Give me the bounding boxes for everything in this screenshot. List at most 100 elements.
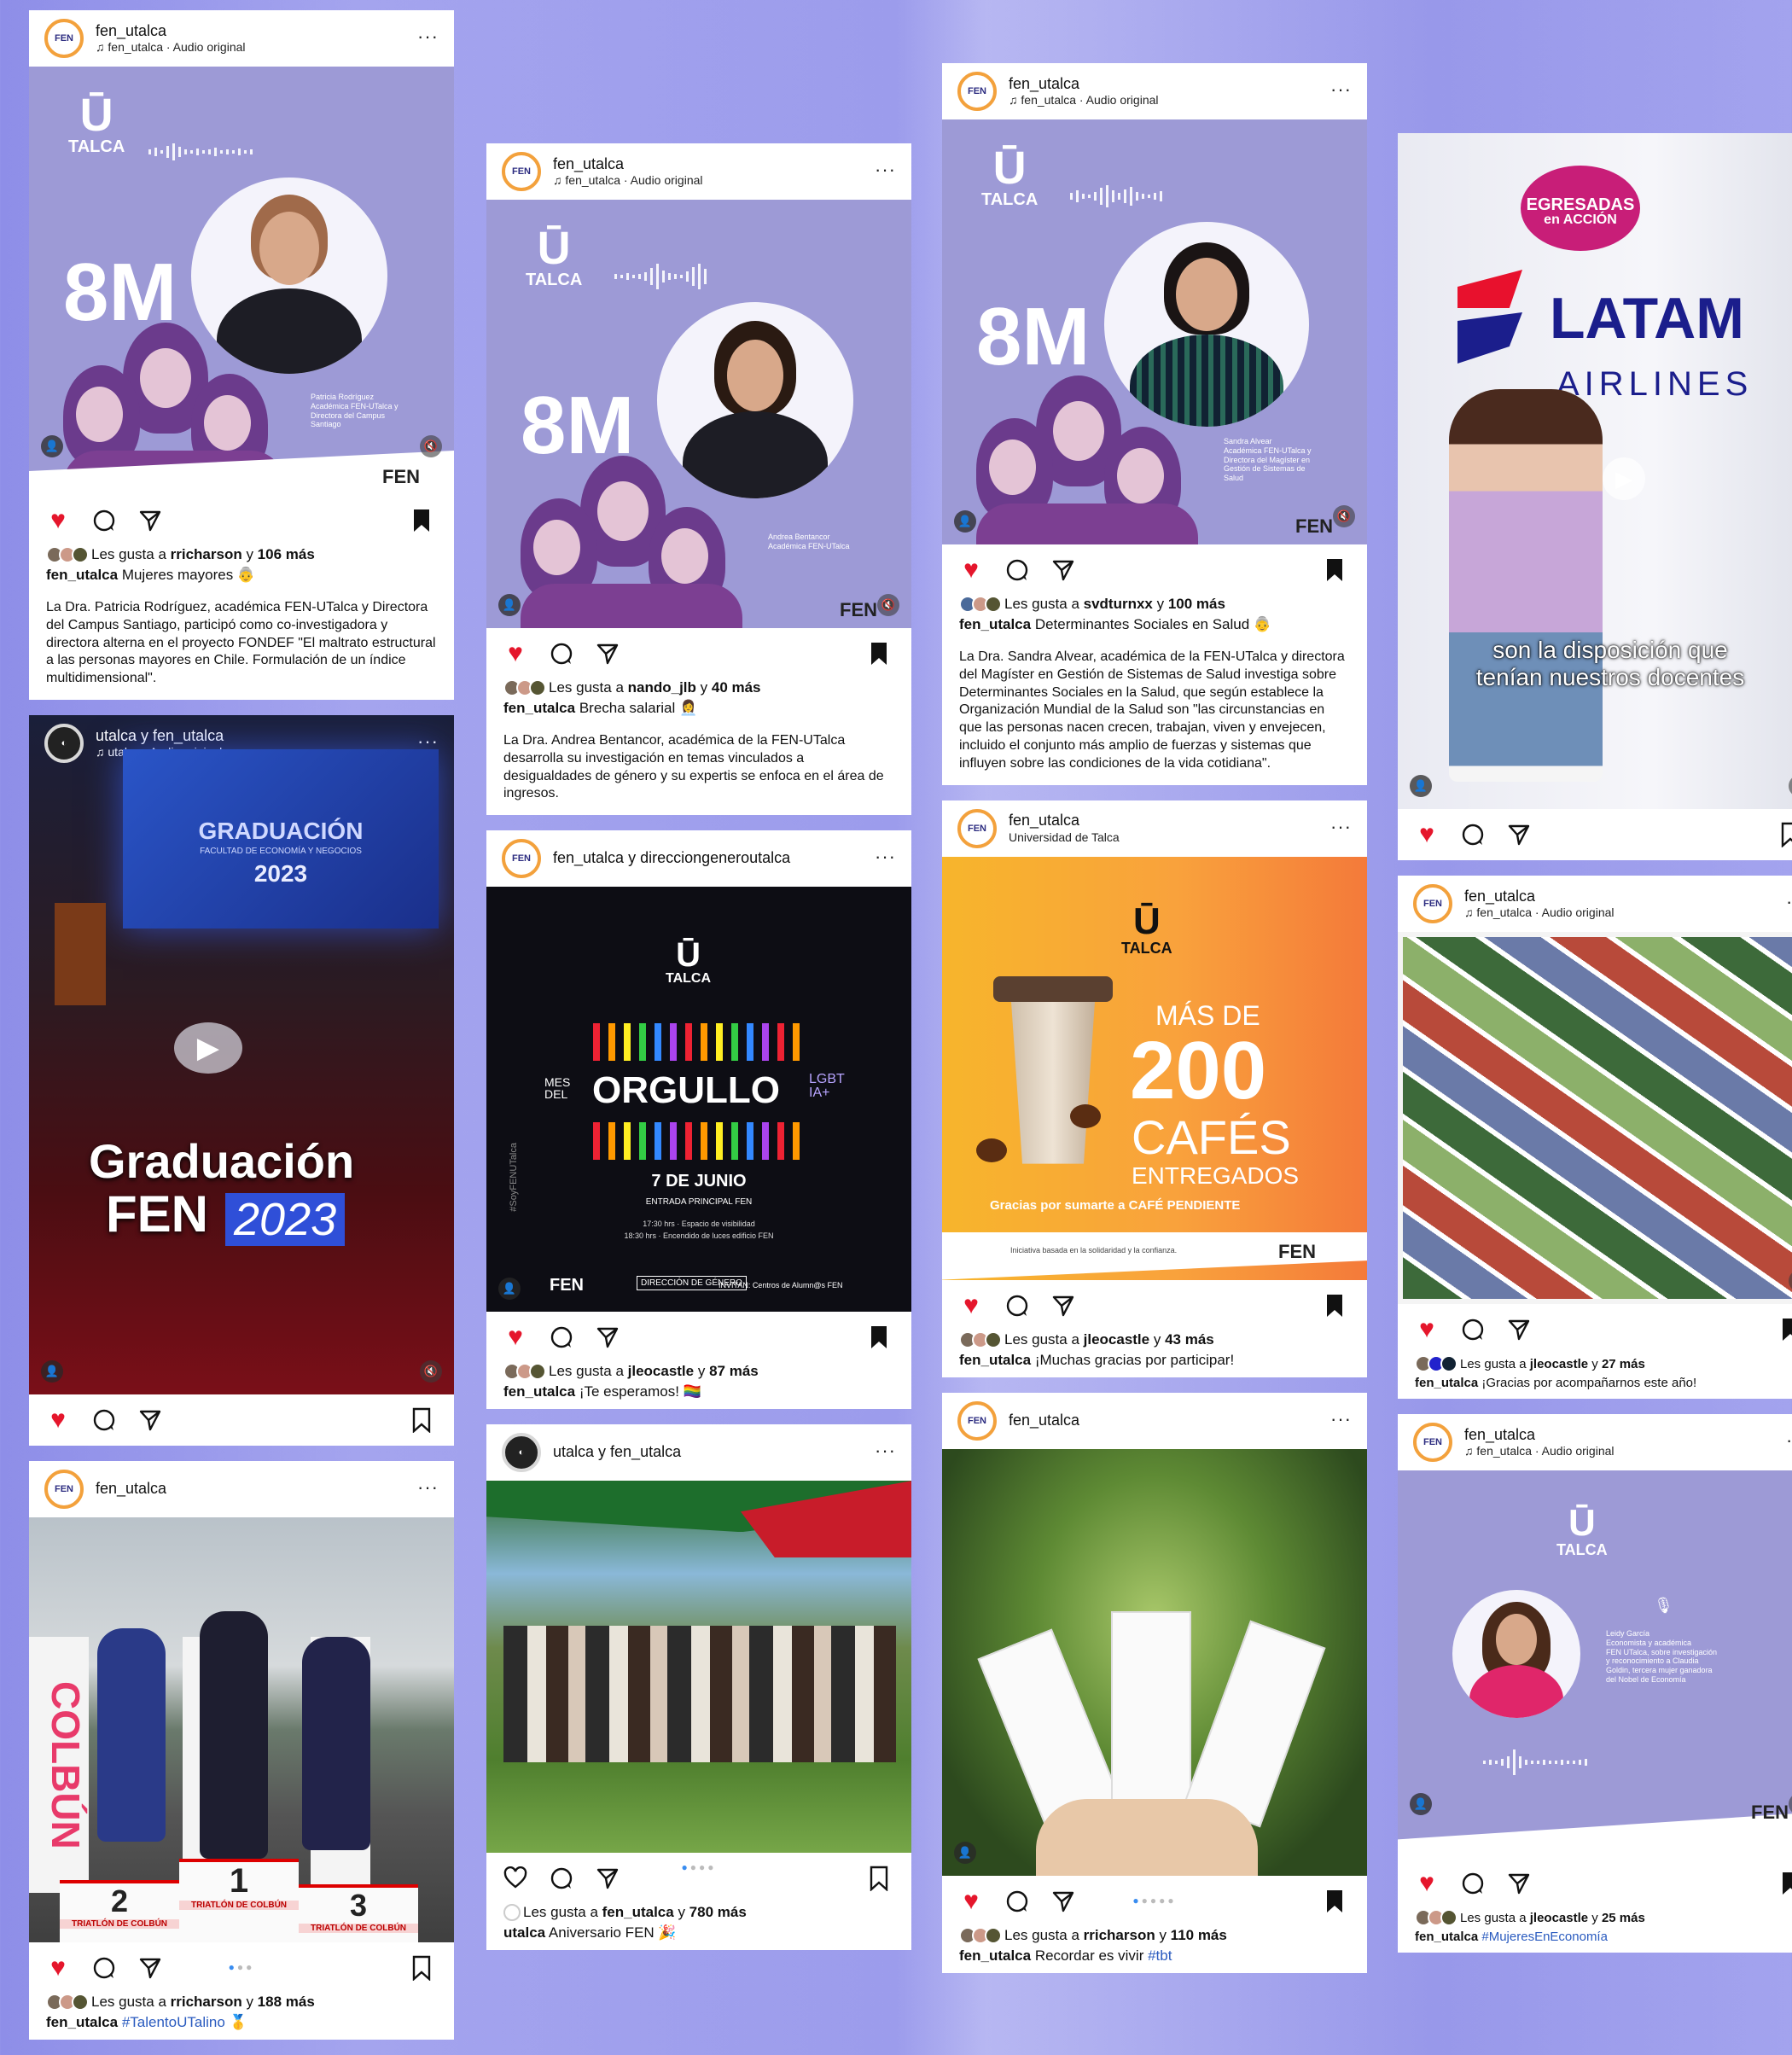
share-icon[interactable] xyxy=(137,1954,164,1982)
more-icon[interactable]: ··· xyxy=(1330,816,1352,838)
comment-icon[interactable] xyxy=(90,1406,118,1434)
heart-icon[interactable]: ♥ xyxy=(957,1887,985,1915)
more-icon[interactable]: ··· xyxy=(1786,1429,1792,1452)
more-icon[interactable]: ··· xyxy=(1786,891,1792,913)
user-tag-icon[interactable]: 👤 xyxy=(498,594,521,616)
more-icon[interactable]: ··· xyxy=(875,159,896,181)
likes-count[interactable]: 40 más xyxy=(712,679,761,696)
likes-count[interactable]: 780 más xyxy=(689,1904,747,1920)
comment-icon[interactable] xyxy=(90,1954,118,1982)
likes-count[interactable]: 43 más xyxy=(1165,1331,1214,1348)
user-tag-icon[interactable]: 👤 xyxy=(498,1278,521,1301)
share-icon[interactable] xyxy=(1050,1888,1077,1915)
bookmark-icon[interactable] xyxy=(865,640,893,667)
location-label[interactable]: Universidad de Talca xyxy=(1009,830,1120,845)
likes-count[interactable]: 27 más xyxy=(1602,1357,1645,1371)
liker-username[interactable]: rricharson xyxy=(1084,1927,1155,1943)
comment-icon[interactable] xyxy=(548,640,575,667)
mute-icon[interactable]: 🔇 xyxy=(1333,505,1355,527)
likes-count[interactable]: 100 más xyxy=(1168,596,1225,612)
share-icon[interactable] xyxy=(594,1324,621,1351)
post-username[interactable]: fen_utalca xyxy=(1464,888,1615,906)
comment-icon[interactable] xyxy=(1459,1870,1487,1897)
likes-count[interactable]: 188 más xyxy=(258,1994,315,2010)
post-image[interactable]: Ū TALCA 8M Sandra Alvear Académica FEN-UT… xyxy=(942,119,1367,544)
likes-count[interactable]: 106 más xyxy=(258,546,315,562)
carousel-dots[interactable]: ●●●●● xyxy=(1132,1895,1176,1907)
bookmark-icon[interactable] xyxy=(1777,821,1792,848)
post-image[interactable]: Ū TALCA MES DEL ORGULLO LGBT IA+ 7 DE JUNI… xyxy=(486,887,911,1313)
heart-icon[interactable]: ♥ xyxy=(957,556,985,584)
caption-username[interactable]: utalca xyxy=(503,1924,545,1941)
fen-avatar[interactable]: FEN xyxy=(957,808,997,848)
caption-username[interactable]: fen_utalca xyxy=(503,700,575,716)
mute-icon[interactable]: 🔇 xyxy=(420,435,442,457)
share-icon[interactable] xyxy=(594,640,621,667)
likes-count[interactable]: 25 más xyxy=(1602,1911,1645,1925)
hashtag[interactable]: #MujeresEnEconomía xyxy=(1478,1930,1608,1944)
post-username[interactable]: utalca y fen_utalca xyxy=(96,727,224,746)
fen-avatar[interactable]: FEN xyxy=(957,72,997,111)
caption-username[interactable]: fen_utalca xyxy=(1415,1930,1478,1944)
mute-icon[interactable]: 🔇 xyxy=(877,594,899,616)
comment-icon[interactable] xyxy=(90,507,118,534)
comment-icon[interactable] xyxy=(548,1324,575,1351)
share-icon[interactable] xyxy=(1505,1870,1533,1897)
liker-username[interactable]: jleocastle xyxy=(1530,1357,1588,1371)
liker-username[interactable]: rricharson xyxy=(171,546,242,562)
post-image[interactable]: Ū TALCA 🎙 Leidy García Economista y acadé… xyxy=(1398,1470,1792,1858)
more-icon[interactable]: ··· xyxy=(875,846,896,868)
caption-username[interactable]: fen_utalca xyxy=(46,567,118,583)
bookmark-icon[interactable] xyxy=(865,1324,893,1351)
bookmark-icon[interactable] xyxy=(1321,556,1348,584)
user-tag-icon[interactable]: 👤 xyxy=(1410,775,1432,797)
bookmark-icon[interactable] xyxy=(408,1406,435,1434)
heart-icon[interactable]: ♥ xyxy=(44,1406,72,1434)
bookmark-icon[interactable] xyxy=(1321,1888,1348,1915)
likes-count[interactable]: 87 más xyxy=(709,1363,759,1379)
comment-icon[interactable] xyxy=(1459,821,1487,848)
bookmark-icon[interactable] xyxy=(865,1865,893,1892)
user-tag-icon[interactable]: 👤 xyxy=(41,1359,63,1383)
share-icon[interactable] xyxy=(1050,1292,1077,1319)
user-tag-icon[interactable]: 👤 xyxy=(954,510,976,533)
caption-username[interactable]: fen_utalca xyxy=(959,616,1031,632)
post-username[interactable]: fen_utalca xyxy=(1464,1426,1615,1445)
post-username[interactable]: fen_utalca y direcciongeneroutalca xyxy=(553,849,790,868)
more-icon[interactable]: ··· xyxy=(417,1476,439,1499)
post-image[interactable]: Ū TALCA 8M Andrea Bentancor Académica FEN… xyxy=(486,200,911,628)
user-tag-icon[interactable]: 👤 xyxy=(1410,1793,1432,1815)
audio-label[interactable]: ♫ fen_utalca · Audio original xyxy=(1464,1444,1615,1458)
share-icon[interactable] xyxy=(137,1406,164,1434)
comment-icon[interactable] xyxy=(548,1865,575,1892)
utalca-avatar[interactable]: ◐ xyxy=(44,723,84,763)
mute-icon[interactable]: 🔇 xyxy=(1789,1793,1792,1815)
caption-username[interactable]: fen_utalca xyxy=(46,2014,118,2030)
fen-avatar[interactable]: FEN xyxy=(44,1469,84,1509)
audio-label[interactable]: ♫ fen_utalca · Audio original xyxy=(1009,93,1159,108)
bookmark-icon[interactable] xyxy=(408,507,435,534)
bookmark-icon[interactable] xyxy=(1777,1316,1792,1343)
audio-label[interactable]: ♫ fen_utalca · Audio original xyxy=(96,40,246,55)
heart-icon[interactable]: ♥ xyxy=(502,1323,529,1351)
post-image[interactable] xyxy=(486,1481,911,1854)
post-username[interactable]: fen_utalca xyxy=(96,1480,166,1499)
post-video[interactable]: EGRESADAS en ACCIÓN LATAM AIRLINES ▶ son… xyxy=(1398,133,1792,809)
fen-avatar[interactable]: FEN xyxy=(502,839,541,879)
comment-icon[interactable] xyxy=(1004,1888,1031,1915)
heart-icon[interactable]: ♥ xyxy=(1413,820,1440,848)
post-image[interactable]: COLBÚN COLBÚN 2TRIATLÓN DE COLBÚN 1TRIAT… xyxy=(29,1517,454,1942)
heart-icon[interactable]: ♥ xyxy=(1413,1315,1440,1343)
liker-username[interactable]: jleocastle xyxy=(1084,1331,1150,1348)
liker-username[interactable]: nando_jlb xyxy=(628,679,696,696)
share-icon[interactable] xyxy=(1050,556,1077,584)
post-username[interactable]: fen_utalca xyxy=(1009,812,1120,830)
heart-icon[interactable]: ♥ xyxy=(957,1291,985,1319)
post-video[interactable]: ◐ utalca y fen_utalca ♫ utalca · Audio o… xyxy=(29,714,454,1394)
share-icon[interactable] xyxy=(1505,821,1533,848)
heart-icon[interactable]: ♥ xyxy=(44,506,72,534)
hashtag[interactable]: #TalentoUTalino xyxy=(122,2014,225,2030)
comment-icon[interactable] xyxy=(1459,1316,1487,1343)
utalca-avatar[interactable]: ◐ xyxy=(502,1433,541,1473)
hashtag[interactable]: #tbt xyxy=(1148,1947,1172,1964)
